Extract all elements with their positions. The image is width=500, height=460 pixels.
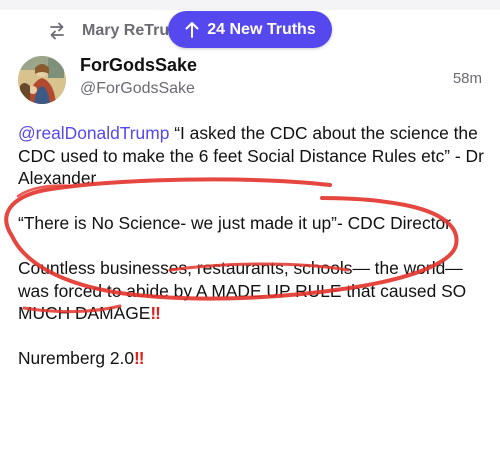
post-paragraph-3: Countless businesses, restaurants, schoo… [18,257,488,325]
post-paragraph-3-text: Countless businesses, restaurants, schoo… [18,258,467,323]
post-body: @realDonaldTrump “I asked the CDC about … [18,122,488,392]
retruth-user-label[interactable]: Mary ReTru [82,22,169,40]
author-handle[interactable]: @ForGodsSake [80,80,195,98]
author-name[interactable]: ForGodsSake [80,55,197,76]
retruth-icon [50,22,64,40]
retruth-row[interactable]: Mary ReTru [46,20,169,42]
post-paragraph-4-text: Nuremberg 2.0 [18,348,134,368]
new-truths-label: 24 New Truths [207,20,316,38]
double-exclamation-emoji: ‼ [150,303,160,323]
arrow-up-icon [185,21,199,38]
post-paragraph-4: Nuremberg 2.0‼ [18,347,488,370]
post-paragraph-2: “There is No Science- we just made it up… [18,213,451,233]
mention-link[interactable]: @realDonaldTrump [18,123,169,143]
avatar[interactable] [18,56,66,104]
feed-divider [0,0,500,10]
post-timestamp[interactable]: 58m [453,70,482,87]
truth-post: Mary ReTru 24 New Truths ForGodsSake @Fo… [0,0,500,460]
post-paragraph-1: @realDonaldTrump “I asked the CDC about … [18,122,488,190]
new-truths-button[interactable]: 24 New Truths [168,11,332,48]
painting-avatar [18,56,66,104]
double-exclamation-emoji: ‼ [134,348,144,368]
